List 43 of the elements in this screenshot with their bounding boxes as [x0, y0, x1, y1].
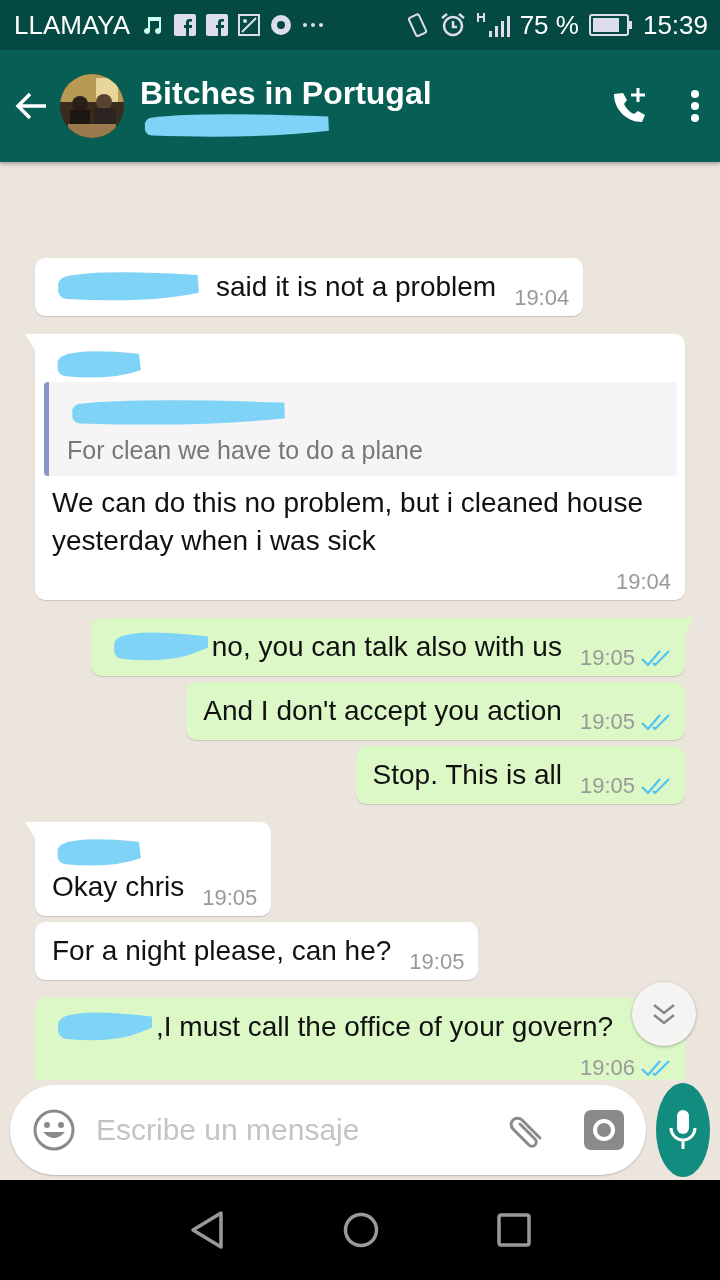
back-arrow-icon[interactable] — [14, 91, 48, 121]
more-icon — [302, 22, 325, 28]
microphone-button[interactable] — [656, 1083, 710, 1177]
message-time: 19:04 — [615, 570, 671, 594]
facebook-icon — [174, 14, 197, 36]
emoji-icon[interactable] — [32, 1108, 76, 1152]
message-text: ,I must call the office of your govern? — [156, 1010, 614, 1044]
vibrate-icon — [405, 12, 430, 38]
message-time: 19:05 — [579, 710, 635, 734]
signal-icon — [475, 11, 510, 39]
microphone-icon — [668, 1110, 698, 1150]
message-text: said it is not a problem — [216, 270, 497, 304]
battery-icon — [588, 14, 633, 36]
facebook-icon — [206, 14, 229, 36]
battery-level: 75 % — [519, 9, 579, 41]
menu-icon[interactable] — [690, 89, 700, 123]
camera-icon[interactable] — [584, 1110, 624, 1150]
clock-time: 15:39 — [642, 9, 708, 41]
quoted-message[interactable]: For clean we have to do a plane — [44, 382, 677, 476]
carrier-name: LLAMAYA — [14, 9, 131, 41]
message-text: We can do this no problem, but i cleaned house yesterday when i was sick — [52, 486, 644, 558]
message-text: Okay chris — [52, 870, 185, 904]
message-input[interactable]: Escribe un mensaje — [94, 1112, 484, 1148]
image-icon — [238, 14, 261, 36]
scroll-down-button[interactable] — [632, 982, 696, 1046]
chat-title: Bitches in Portugal — [140, 74, 433, 112]
message-time: 19:05 — [409, 950, 465, 974]
double-chevron-icon — [652, 1002, 676, 1026]
home-icon[interactable] — [343, 1212, 379, 1248]
message-time: 19:05 — [579, 646, 635, 670]
browser-icon — [270, 14, 293, 36]
alarm-icon — [439, 12, 466, 38]
message-text: And I don't accept you action — [203, 694, 562, 728]
quoted-text: For clean we have to do a plane — [67, 435, 424, 466]
message-time: 19:04 — [514, 286, 570, 310]
message-time: 19:05 — [579, 774, 635, 798]
recent-apps-icon[interactable] — [497, 1213, 531, 1247]
message-time: 19:06 — [579, 1056, 635, 1080]
message-text: For a night please, can he? — [52, 934, 392, 968]
message-text: Stop. This is all — [372, 758, 562, 792]
message-text: no, you can talk also with us — [211, 630, 562, 664]
back-icon[interactable] — [189, 1210, 225, 1250]
message-time: 19:05 — [202, 886, 258, 910]
